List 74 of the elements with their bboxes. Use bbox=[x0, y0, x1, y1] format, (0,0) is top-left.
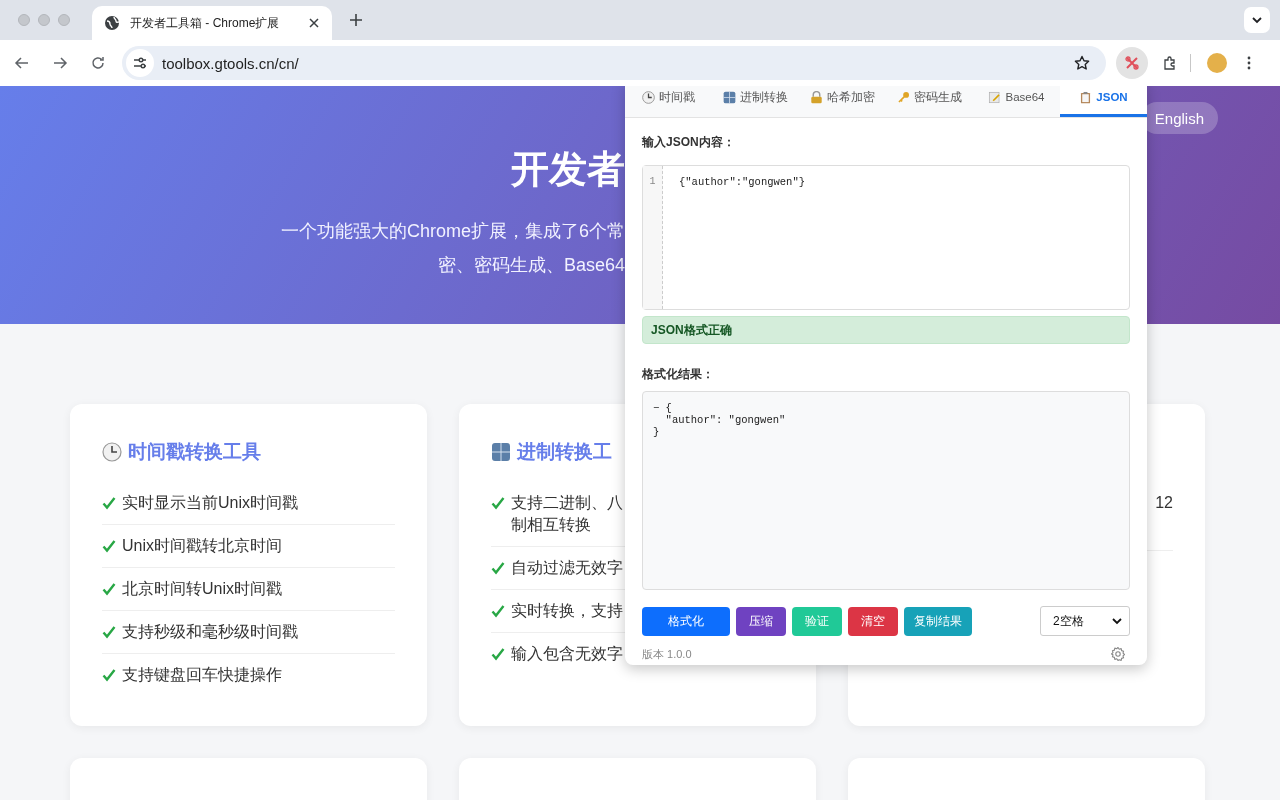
tool-tab[interactable]: JSON bbox=[1060, 86, 1147, 117]
check-icon bbox=[491, 647, 505, 661]
address-bar[interactable]: toolbox.gtools.cn/cn/ bbox=[122, 46, 1106, 80]
feature-text: Unix时间戳转北京时间 bbox=[122, 536, 282, 556]
check-icon bbox=[491, 604, 505, 618]
chevron-down-icon bbox=[1111, 615, 1123, 627]
back-icon[interactable] bbox=[14, 55, 30, 71]
check-icon bbox=[102, 582, 116, 596]
site-settings-button[interactable] bbox=[126, 49, 154, 77]
code-line: {"author":"gongwen"} bbox=[679, 176, 806, 188]
url-text: toolbox.gtools.cn/cn/ bbox=[162, 54, 299, 72]
clipboard-icon bbox=[1079, 90, 1093, 104]
padlock-icon bbox=[810, 90, 823, 104]
action-button[interactable]: 格式化 bbox=[642, 606, 730, 636]
result-line: "author": "gongwen" bbox=[664, 414, 786, 426]
tool-tab[interactable]: 密码生成 bbox=[886, 86, 973, 117]
check-icon bbox=[102, 668, 116, 682]
feature-text: 实时转换，支持 bbox=[511, 601, 623, 621]
check-icon bbox=[102, 539, 116, 553]
version-text: 版本 1.0.0 bbox=[642, 646, 692, 662]
json-input-editor[interactable]: 1 {"author":"gongwen"} bbox=[642, 165, 1130, 310]
indent-select[interactable]: 2空格 bbox=[1040, 606, 1130, 636]
result-line: } bbox=[653, 426, 660, 438]
close-icon[interactable] bbox=[308, 17, 320, 29]
result-label: 格式化结果： bbox=[642, 366, 715, 383]
card-title: 进制转换工 bbox=[517, 440, 612, 464]
window-control-dot[interactable] bbox=[18, 14, 30, 26]
tool-tab[interactable]: 时间戳 bbox=[625, 86, 712, 117]
forward-icon[interactable] bbox=[52, 55, 68, 71]
tools-icon bbox=[1124, 55, 1140, 71]
star-icon[interactable] bbox=[1074, 55, 1090, 71]
card-title: 时间戳转换工具 bbox=[128, 440, 261, 464]
hero-subtitle: 密、密码生成、Base64 bbox=[436, 254, 625, 277]
number-keypad-icon bbox=[491, 442, 511, 462]
puzzle-icon[interactable] bbox=[1162, 55, 1178, 71]
browser-tab[interactable]: 开发者工具箱 - Chrome扩展 bbox=[92, 6, 332, 40]
window-control-dot[interactable] bbox=[58, 14, 70, 26]
feature-text: 北京时间转Unix时间戳 bbox=[122, 579, 282, 599]
settings-icon[interactable] bbox=[1110, 646, 1126, 662]
feature-text: 自动过滤无效字 bbox=[511, 558, 623, 578]
clock-icon bbox=[642, 90, 655, 104]
hero-subtitle: 一个功能强大的Chrome扩展，集成了6个常 bbox=[279, 220, 625, 243]
line-number: 1 bbox=[649, 176, 656, 187]
feature-text: 支持键盘回车快捷操作 bbox=[122, 665, 282, 685]
check-icon bbox=[491, 561, 505, 575]
tool-tab[interactable]: 哈希加密 bbox=[799, 86, 886, 117]
globe-icon bbox=[104, 15, 120, 31]
reload-icon[interactable] bbox=[90, 55, 106, 71]
feature-text: 12 bbox=[1155, 493, 1173, 513]
key-icon bbox=[897, 90, 910, 104]
number-keypad-icon bbox=[723, 90, 736, 104]
feature-text: 支持二进制、八 制相互转换 bbox=[511, 493, 623, 535]
tool-tab[interactable]: Base64 bbox=[973, 86, 1060, 117]
tool-tab[interactable]: 进制转换 bbox=[712, 86, 799, 117]
action-button[interactable]: 清空 bbox=[848, 606, 898, 636]
feature-text: 支持秒级和毫秒级时间戳 bbox=[122, 622, 298, 642]
result-line: − { bbox=[653, 402, 672, 414]
validation-message: JSON格式正确 bbox=[642, 316, 1130, 344]
tune-icon bbox=[133, 56, 147, 70]
clock-icon bbox=[102, 442, 122, 462]
hero-title: 开发者 bbox=[510, 147, 625, 192]
feature-text: 实时显示当前Unix时间戳 bbox=[122, 493, 298, 513]
check-icon bbox=[491, 496, 505, 510]
tab-search-button[interactable] bbox=[1244, 7, 1270, 33]
action-button[interactable]: 压缩 bbox=[736, 606, 786, 636]
chevron-down-icon bbox=[1251, 14, 1263, 26]
extension-button[interactable] bbox=[1116, 47, 1148, 79]
input-label: 输入JSON内容： bbox=[642, 134, 736, 151]
new-tab-icon[interactable] bbox=[349, 13, 363, 27]
feature-text: 输入包含无效字 bbox=[511, 644, 623, 664]
memo-icon bbox=[988, 90, 1002, 104]
window-control-dot[interactable] bbox=[38, 14, 50, 26]
check-icon bbox=[102, 496, 116, 510]
check-icon bbox=[102, 625, 116, 639]
